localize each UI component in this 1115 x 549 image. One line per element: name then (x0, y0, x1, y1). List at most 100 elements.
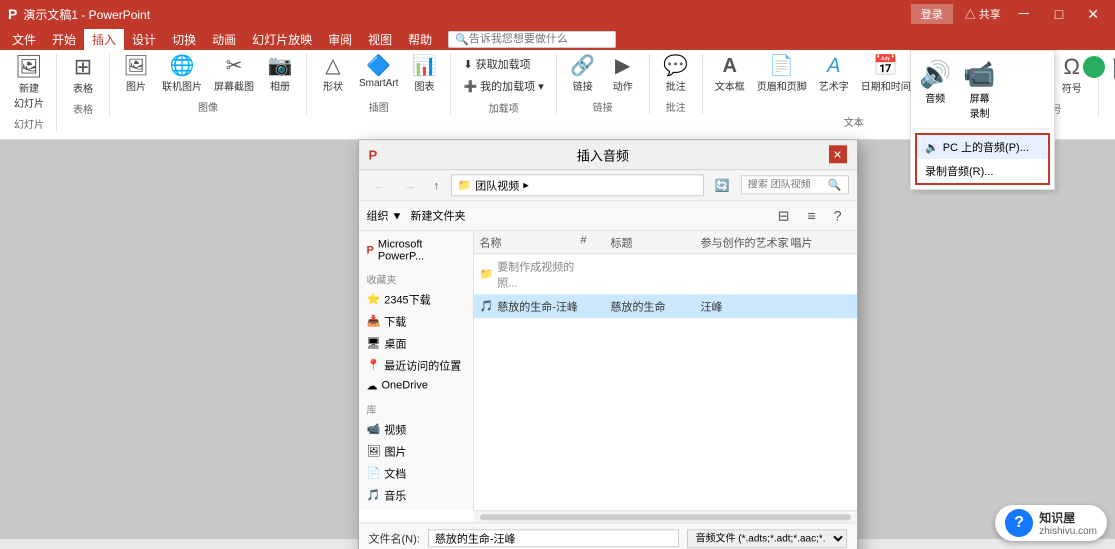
smartart-icon: 🔷 (366, 56, 391, 76)
download2345-icon: ⭐ (367, 292, 381, 305)
ribbon-group-table: ⊞ 表格 表格 (57, 54, 110, 116)
scrollbar-track (480, 514, 851, 520)
dialog-organize-button[interactable]: 组织 ▼ (367, 207, 403, 223)
ribbon-group-label-addins: 加载项 (459, 100, 547, 115)
close-button[interactable]: ✕ (1079, 4, 1107, 25)
filename-label: 文件名(N): (369, 530, 420, 546)
sidebar-item-onedrive[interactable]: ☁ OneDrive (359, 376, 473, 395)
dialog-back-button[interactable]: ← (367, 175, 393, 195)
filetype-select[interactable]: 音频文件 (*.adts;*.adt;*.aac;*.* (687, 529, 847, 548)
sidebar-item-2345download[interactable]: ⭐ 2345下载 (359, 288, 473, 310)
watermark-text-group: 知识屋 zhishivu.com (1039, 509, 1097, 537)
dialog-help-button[interactable]: ? (827, 204, 849, 227)
ribbon-btn-shape[interactable]: △ 形状 (315, 54, 351, 95)
menu-slideshow[interactable]: 幻灯片放映 (244, 29, 320, 50)
sidebar-item-recent[interactable]: 📍 最近访问的位置 (359, 354, 473, 376)
sidebar-item-download[interactable]: 📥 下载 (359, 310, 473, 332)
ribbon-group-label-link: 链接 (565, 99, 641, 114)
search-icon: 🔍 (455, 33, 469, 46)
sidebar-item-powerpoint[interactable]: P Microsoft PowerP... (359, 235, 473, 265)
menu-review[interactable]: 审阅 (320, 29, 360, 50)
dialog-body: P Microsoft PowerP... 收藏夹 ⭐ 2345下载 📥 下载 … (359, 231, 857, 510)
screen-record-btn[interactable]: 📹 屏幕录制 (959, 55, 999, 124)
ribbon-btn-header-footer[interactable]: 📄 页眉和页脚 (753, 54, 811, 95)
dialog-search-icon: 🔍 (828, 178, 842, 191)
dialog-sidebar: P Microsoft PowerP... 收藏夹 ⭐ 2345下载 📥 下载 … (359, 231, 474, 510)
filename-input[interactable] (428, 529, 679, 547)
online-picture-icon: 🌐 (170, 56, 195, 76)
ribbon-btn-album[interactable]: 📷 相册 (262, 54, 298, 95)
dialog-view-button[interactable]: ⊟ (771, 204, 797, 227)
dialog-footer: 文件名(N): 音频文件 (*.adts;*.adt;*.aac;*.* 工具(… (359, 522, 857, 549)
menu-file[interactable]: 文件 (4, 29, 44, 50)
maximize-button[interactable]: □ (1047, 4, 1071, 24)
ribbon-btn-video[interactable]: 🎬 视频 (1107, 54, 1115, 97)
dialog-filename-row: 文件名(N): 音频文件 (*.adts;*.adt;*.aac;*.* (369, 529, 847, 548)
powerpoint-icon: P (367, 244, 374, 256)
ribbon-btn-table[interactable]: ⊞ 表格 (65, 54, 101, 97)
sidebar-item-documents[interactable]: 📄 文档 (359, 462, 473, 484)
ribbon-btn-my-addins[interactable]: ➕ 我的加载项 ▾ (459, 76, 547, 96)
watermark-title: 知识屋 (1039, 509, 1097, 526)
my-addins-icon: ➕ (463, 80, 477, 93)
sidebar-item-desktop[interactable]: 🖥 桌面 (359, 332, 473, 354)
symbol-icon: Ω (1064, 56, 1080, 78)
picture-icon: 🖼 (123, 56, 148, 76)
menu-animation[interactable]: 动画 (204, 29, 244, 50)
share-link: △ 共享 (965, 6, 1001, 22)
ribbon-search-input[interactable] (469, 33, 609, 45)
file-list-row-special[interactable]: 📁 要制作成视频的照... (474, 254, 857, 294)
dialog-new-folder-button[interactable]: 新建文件夹 (410, 207, 465, 223)
ribbon-btn-link[interactable]: 🔗 链接 (565, 54, 601, 95)
record-audio-menu-item[interactable]: 录制音频(R)... (917, 159, 1048, 183)
ribbon-btn-smartart[interactable]: 🔷 SmartArt (355, 54, 402, 91)
file-list-row-audio[interactable]: 🎵 慈放的生命-汪峰 慈放的生命 汪峰 (474, 294, 857, 318)
app-logo: P (8, 6, 17, 22)
menu-help[interactable]: 帮助 (400, 29, 440, 50)
datetime-icon: 📅 (873, 56, 898, 76)
watermark-url: zhishivu.com (1039, 526, 1097, 537)
ribbon-btn-screenshot[interactable]: ✂ 屏幕截图 (210, 54, 258, 95)
menu-design[interactable]: 设计 (124, 29, 164, 50)
ribbon-btn-wordart[interactable]: A 艺术字 (815, 54, 853, 95)
ribbon-btn-online-picture[interactable]: 🌐 联机图片 (158, 54, 206, 95)
folder-icon: 📁 (458, 178, 472, 191)
ribbon-group-label-comment: 批注 (658, 99, 694, 114)
dialog-nav-bar: ← → ↑ 📁 团队视频 ▸ 🔄 🔍 (359, 170, 857, 201)
dialog-search-bar: 🔍 (741, 175, 849, 194)
minimize-button[interactable]: － (1009, 2, 1039, 26)
dialog-search-input[interactable] (748, 179, 828, 190)
dialog-path-bar: 📁 团队视频 ▸ (451, 174, 704, 196)
ribbon-btn-action[interactable]: ▶ 动作 (605, 54, 641, 95)
dialog-close-button[interactable]: ✕ (829, 145, 847, 163)
ribbon: 🖼 新建幻灯片 幻灯片 ⊞ 表格 表格 🖼 图片 (0, 50, 1115, 140)
sidebar-item-pictures[interactable]: 🖼 图片 (359, 440, 473, 462)
login-button[interactable]: 登录 (911, 4, 953, 24)
ribbon-btn-textbox[interactable]: A 文本框 (711, 54, 749, 95)
ribbon-btn-chart[interactable]: 📊 图表 (406, 54, 442, 95)
menu-insert[interactable]: 插入 (84, 29, 124, 50)
menu-transition[interactable]: 切换 (164, 29, 204, 50)
ribbon-btn-comment[interactable]: 💬 批注 (658, 54, 694, 95)
video-icon: 🎬 (1111, 56, 1115, 78)
pc-audio-menu-item[interactable]: 🔉 PC 上的音频(P)... (917, 135, 1048, 159)
album-icon: 📷 (268, 56, 293, 76)
ribbon-btn-datetime[interactable]: 📅 日期和时间 (857, 54, 915, 95)
dialog-scrollbar[interactable] (474, 510, 857, 522)
ribbon-btn-get-addins[interactable]: ⬇ 获取加载项 (459, 54, 547, 74)
dialog-up-button[interactable]: ↑ (427, 175, 447, 195)
sidebar-item-videos[interactable]: 📹 视频 (359, 418, 473, 440)
dialog-refresh-button[interactable]: 🔄 (708, 175, 737, 195)
chart-icon: 📊 (412, 56, 437, 76)
audio-btn[interactable]: 🔊 音频 (915, 55, 955, 124)
videos-icon: 📹 (367, 422, 381, 435)
main-area: P 插入音频 ✕ ← → ↑ 📁 团队视频 ▸ 🔄 🔍 (0, 140, 1115, 539)
recent-icon: 📍 (367, 358, 381, 371)
dialog-detail-view-button[interactable]: ≡ (801, 204, 823, 227)
dialog-forward-button[interactable]: → (397, 175, 423, 195)
menu-home[interactable]: 开始 (44, 29, 84, 50)
menu-view[interactable]: 视图 (360, 29, 400, 50)
ribbon-btn-picture[interactable]: 🖼 图片 (118, 54, 154, 95)
ribbon-btn-new-slide[interactable]: 🖼 新建幻灯片 (10, 54, 48, 112)
sidebar-item-music[interactable]: 🎵 音乐 (359, 484, 473, 506)
